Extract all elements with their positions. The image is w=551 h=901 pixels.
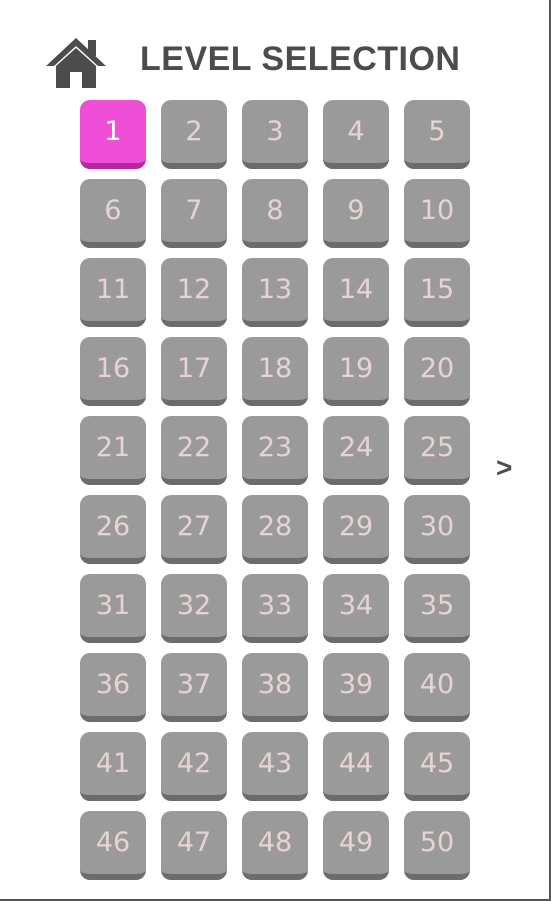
level-27-button[interactable]: 27 bbox=[161, 495, 227, 564]
level-20-button[interactable]: 20 bbox=[404, 337, 470, 406]
level-35-button[interactable]: 35 bbox=[404, 574, 470, 643]
level-41-button[interactable]: 41 bbox=[80, 732, 146, 801]
level-22-button[interactable]: 22 bbox=[161, 416, 227, 485]
level-5-button[interactable]: 5 bbox=[404, 100, 470, 169]
level-10-button[interactable]: 10 bbox=[404, 179, 470, 248]
level-50-button[interactable]: 50 bbox=[404, 811, 470, 880]
level-34-button[interactable]: 34 bbox=[323, 574, 389, 643]
level-32-button[interactable]: 32 bbox=[161, 574, 227, 643]
level-45-button[interactable]: 45 bbox=[404, 732, 470, 801]
level-49-button[interactable]: 49 bbox=[323, 811, 389, 880]
level-46-button[interactable]: 46 bbox=[80, 811, 146, 880]
level-38-button[interactable]: 38 bbox=[242, 653, 308, 722]
level-19-button[interactable]: 19 bbox=[323, 337, 389, 406]
level-47-button[interactable]: 47 bbox=[161, 811, 227, 880]
level-13-button[interactable]: 13 bbox=[242, 258, 308, 327]
level-6-button[interactable]: 6 bbox=[80, 179, 146, 248]
level-2-button[interactable]: 2 bbox=[161, 100, 227, 169]
level-grid: 1 2 3 4 5 6 7 8 9 10 11 12 13 14 15 16 17 18 19 20 21 22 23 24 2… bbox=[80, 100, 470, 880]
level-39-button[interactable]: 39 bbox=[323, 653, 389, 722]
level-29-button[interactable]: 29 bbox=[323, 495, 389, 564]
level-23-button[interactable]: 23 bbox=[242, 416, 308, 485]
level-18-button[interactable]: 18 bbox=[242, 337, 308, 406]
level-37-button[interactable]: 37 bbox=[161, 653, 227, 722]
level-42-button[interactable]: 42 bbox=[161, 732, 227, 801]
level-25-button[interactable]: 25 bbox=[404, 416, 470, 485]
level-12-button[interactable]: 12 bbox=[161, 258, 227, 327]
level-43-button[interactable]: 43 bbox=[242, 732, 308, 801]
level-1-button[interactable]: 1 bbox=[80, 100, 146, 169]
level-15-button[interactable]: 15 bbox=[404, 258, 470, 327]
level-8-button[interactable]: 8 bbox=[242, 179, 308, 248]
level-31-button[interactable]: 31 bbox=[80, 574, 146, 643]
level-48-button[interactable]: 48 bbox=[242, 811, 308, 880]
home-button[interactable] bbox=[44, 36, 108, 90]
level-36-button[interactable]: 36 bbox=[80, 653, 146, 722]
level-9-button[interactable]: 9 bbox=[323, 179, 389, 248]
page-title: LEVEL SELECTION bbox=[140, 40, 461, 78]
level-28-button[interactable]: 28 bbox=[242, 495, 308, 564]
level-26-button[interactable]: 26 bbox=[80, 495, 146, 564]
level-44-button[interactable]: 44 bbox=[323, 732, 389, 801]
level-24-button[interactable]: 24 bbox=[323, 416, 389, 485]
level-40-button[interactable]: 40 bbox=[404, 653, 470, 722]
level-3-button[interactable]: 3 bbox=[242, 100, 308, 169]
level-14-button[interactable]: 14 bbox=[323, 258, 389, 327]
level-4-button[interactable]: 4 bbox=[323, 100, 389, 169]
level-30-button[interactable]: 30 bbox=[404, 495, 470, 564]
home-icon bbox=[46, 38, 106, 88]
level-21-button[interactable]: 21 bbox=[80, 416, 146, 485]
level-11-button[interactable]: 11 bbox=[80, 258, 146, 327]
level-33-button[interactable]: 33 bbox=[242, 574, 308, 643]
level-16-button[interactable]: 16 bbox=[80, 337, 146, 406]
next-page-button[interactable]: > bbox=[496, 452, 512, 484]
level-17-button[interactable]: 17 bbox=[161, 337, 227, 406]
level-7-button[interactable]: 7 bbox=[161, 179, 227, 248]
